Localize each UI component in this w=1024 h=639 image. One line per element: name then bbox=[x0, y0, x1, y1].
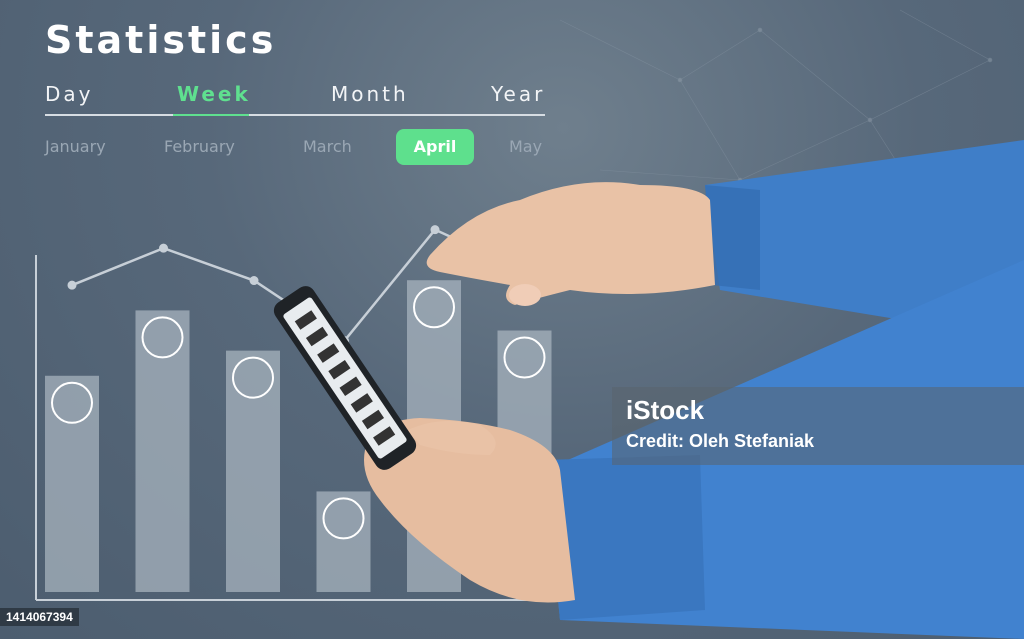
hands-with-phone-illustration bbox=[273, 140, 1024, 639]
istock-logo: iStock bbox=[626, 395, 705, 425]
credit-label: Credit: Oleh Stefaniak bbox=[626, 431, 815, 451]
upper-hand bbox=[426, 182, 715, 305]
smartphone bbox=[273, 286, 417, 470]
image-id-label: 1414067394 bbox=[0, 608, 79, 626]
